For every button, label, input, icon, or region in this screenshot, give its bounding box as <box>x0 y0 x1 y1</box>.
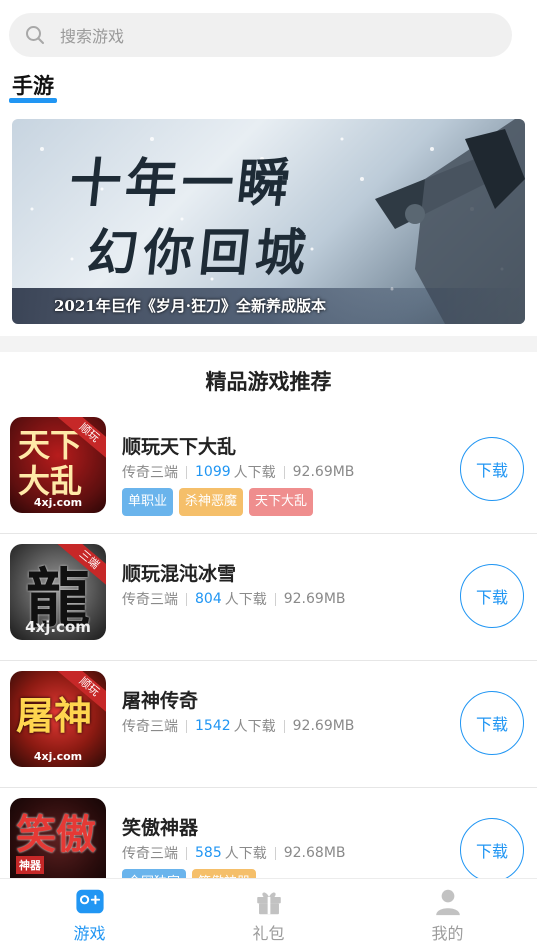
game-size: 92.69MB <box>283 591 346 607</box>
game-category: 传奇三端 <box>122 592 178 608</box>
game-name[interactable]: 顺玩天下大乱 <box>122 432 236 459</box>
game-icon-site: 神器 <box>16 856 44 874</box>
game-icon[interactable]: 屠神 顺玩 4xj.com <box>10 671 106 767</box>
banner-headline: 十年一瞬 <box>66 153 297 214</box>
game-name[interactable]: 屠神传奇 <box>122 686 198 713</box>
game-icon[interactable]: 龍 三端 4xj.com <box>10 544 106 640</box>
game-row[interactable]: 龍 三端 4xj.com 顺玩混沌冰雪 传奇三端 804 人下载 92.69MB… <box>0 535 537 661</box>
download-count-suffix: 人下载 <box>233 465 276 481</box>
game-icon-art-text: 笑傲 <box>16 811 96 858</box>
game-icon[interactable]: 天下大乱 顺玩 4xj.com <box>10 417 106 513</box>
user-icon <box>435 889 460 916</box>
meta-separator <box>283 465 285 479</box>
game-name[interactable]: 笑傲神器 <box>122 813 198 840</box>
download-count: 1099 <box>195 464 231 480</box>
meta-separator <box>186 719 187 733</box>
game-meta: 传奇三端 1542 人下载 92.69MB <box>122 716 354 736</box>
section-divider <box>0 336 537 352</box>
tag: 杀神恶魔 <box>179 488 244 516</box>
gamepad-icon <box>75 889 104 914</box>
download-count-suffix: 人下载 <box>233 719 276 735</box>
banner[interactable]: 十年一瞬 幻你回城 2021年巨作《岁月·狂刀》全新养成版本 <box>12 119 525 324</box>
game-category: 传奇三端 <box>122 465 178 481</box>
game-icon-site: 4xj.com <box>33 750 83 763</box>
recommend-title: 精品游戏推荐 <box>205 370 332 394</box>
tab-games[interactable]: 游戏 <box>0 879 179 944</box>
game-icon-art-text: 屠神 <box>16 693 93 738</box>
download-count: 1542 <box>195 718 231 734</box>
meta-separator <box>274 592 276 606</box>
game-row[interactable]: 屠神 顺玩 4xj.com 屠神传奇 传奇三端 1542 人下载 92.69MB… <box>0 662 537 788</box>
game-meta: 传奇三端 585 人下载 92.68MB <box>122 843 346 863</box>
game-meta: 传奇三端 804 人下载 92.69MB <box>122 589 346 609</box>
section-underline <box>9 98 57 103</box>
search-icon <box>26 26 44 44</box>
tab-label: 游戏 <box>73 924 106 943</box>
tag: 天下大乱 <box>249 488 314 516</box>
game-row[interactable]: 天下大乱 顺玩 4xj.com 顺玩天下大乱 传奇三端 1099 人下载 92.… <box>0 408 537 534</box>
search-placeholder: 搜索游戏 <box>60 27 125 46</box>
game-meta: 传奇三端 1099 人下载 92.69MB <box>122 462 354 482</box>
tag: 单职业 <box>122 488 174 516</box>
meta-separator <box>283 719 285 733</box>
tab-gifts[interactable]: 礼包 <box>179 879 358 944</box>
download-button[interactable]: 下载 <box>460 691 524 755</box>
banner-subheadline: 幻你回城 <box>84 223 315 282</box>
meta-separator <box>186 465 187 479</box>
gift-icon <box>256 892 281 915</box>
game-category: 传奇三端 <box>122 719 178 735</box>
tab-label: 我的 <box>431 924 464 943</box>
game-icon-site: 4xj.com <box>33 496 83 509</box>
download-button[interactable]: 下载 <box>460 818 524 882</box>
game-name[interactable]: 顺玩混沌冰雪 <box>122 559 236 586</box>
game-size: 92.69MB <box>292 464 355 480</box>
game-icon-site: 4xj.com <box>25 618 91 636</box>
game-category: 传奇三端 <box>122 846 178 862</box>
download-count-suffix: 人下载 <box>224 846 267 862</box>
download-count: 585 <box>195 845 222 861</box>
download-count-suffix: 人下载 <box>224 592 267 608</box>
tab-profile[interactable]: 我的 <box>358 879 537 944</box>
game-size: 92.69MB <box>292 718 355 734</box>
meta-separator <box>186 846 187 860</box>
meta-separator <box>274 846 276 860</box>
game-size: 92.68MB <box>283 845 346 861</box>
download-button[interactable]: 下载 <box>460 564 524 628</box>
section-title[interactable]: 手游 <box>12 70 54 100</box>
bottom-tab-bar: 游戏 礼包 我的 <box>0 878 537 944</box>
meta-separator <box>186 592 187 606</box>
tab-label: 礼包 <box>252 924 285 943</box>
banner-caption: 2021年巨作《岁月·狂刀》全新养成版本 <box>54 297 326 315</box>
search-input[interactable]: 搜索游戏 <box>9 13 512 57</box>
download-count: 804 <box>195 591 222 607</box>
tag-list: 单职业 杀神恶魔 天下大乱 <box>122 488 314 516</box>
download-button[interactable]: 下载 <box>460 437 524 501</box>
